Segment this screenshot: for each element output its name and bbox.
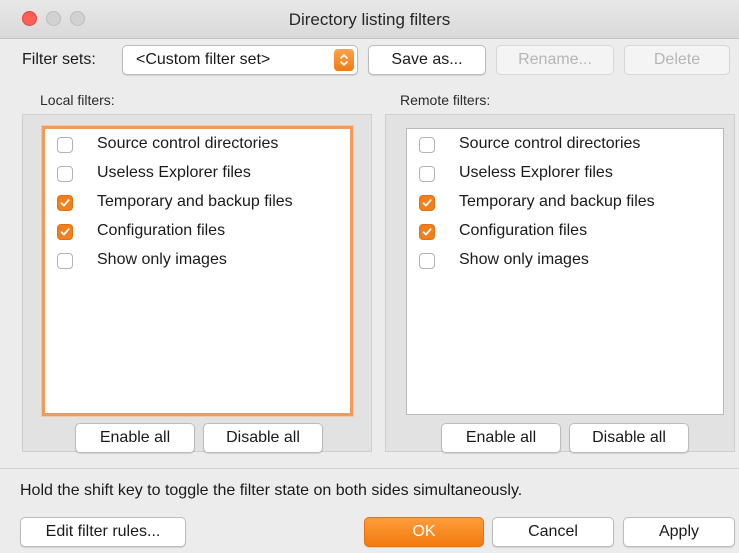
checkbox-checked[interactable] (419, 224, 435, 240)
local-filter-label: Source control directories (97, 135, 279, 152)
checkbox-unchecked[interactable] (419, 253, 435, 269)
remote-filter-label: Temporary and backup files (459, 193, 655, 210)
remote-filters-label: Remote filters: (400, 92, 491, 108)
local-disable-all-button[interactable]: Disable all (203, 423, 323, 453)
filter-set-selected-value: <Custom filter set> (136, 51, 271, 68)
checkmark-icon (60, 199, 70, 207)
filter-set-select[interactable]: <Custom filter set> (122, 45, 358, 75)
rename-button[interactable]: Rename... (496, 45, 614, 75)
ok-button[interactable]: OK (364, 517, 484, 547)
remote-filter-label: Source control directories (459, 135, 641, 152)
remote-disable-all-button[interactable]: Disable all (569, 423, 689, 453)
title-bar: Directory listing filters (0, 0, 739, 39)
local-filter-item[interactable]: Show only images (45, 249, 350, 273)
remote-filter-label: Useless Explorer files (459, 164, 613, 181)
local-filter-item[interactable]: Source control directories (45, 133, 350, 157)
checkbox-unchecked[interactable] (57, 137, 73, 153)
remote-enable-all-button[interactable]: Enable all (441, 423, 561, 453)
save-as-button[interactable]: Save as... (368, 45, 486, 75)
local-enable-all-button[interactable]: Enable all (75, 423, 195, 453)
local-filter-label: Useless Explorer files (97, 164, 251, 181)
shift-hint-text: Hold the shift key to toggle the filter … (20, 482, 523, 499)
filter-sets-label: Filter sets: (22, 51, 96, 68)
local-filters-label: Local filters: (40, 92, 115, 108)
apply-button[interactable]: Apply (623, 517, 735, 547)
delete-button[interactable]: Delete (624, 45, 730, 75)
local-filter-label: Configuration files (97, 222, 226, 239)
cancel-button[interactable]: Cancel (492, 517, 614, 547)
local-filter-item[interactable]: Configuration files (45, 220, 350, 244)
checkbox-unchecked[interactable] (57, 253, 73, 269)
remote-filter-item[interactable]: Useless Explorer files (407, 162, 723, 186)
remote-filter-item[interactable]: Source control directories (407, 133, 723, 157)
remote-filter-item[interactable]: Temporary and backup files (407, 191, 723, 215)
remote-filter-item[interactable]: Show only images (407, 249, 723, 273)
local-filter-item[interactable]: Temporary and backup files (45, 191, 350, 215)
checkbox-unchecked[interactable] (419, 166, 435, 182)
checkmark-icon (422, 199, 432, 207)
remote-filter-label: Show only images (459, 251, 589, 268)
window-title: Directory listing filters (288, 10, 451, 29)
checkbox-checked[interactable] (57, 224, 73, 240)
remote-filter-label: Configuration files (459, 222, 588, 239)
local-filter-label: Temporary and backup files (97, 193, 293, 210)
checkbox-unchecked[interactable] (57, 166, 73, 182)
checkmark-icon (422, 228, 432, 236)
checkmark-icon (60, 228, 70, 236)
edit-filter-rules-button[interactable]: Edit filter rules... (20, 517, 186, 547)
checkbox-unchecked[interactable] (419, 137, 435, 153)
remote-filters-list[interactable]: Source control directories Useless Explor… (406, 128, 724, 415)
chevron-updown-icon (334, 49, 354, 71)
local-filter-item[interactable]: Useless Explorer files (45, 162, 350, 186)
checkbox-checked[interactable] (57, 195, 73, 211)
checkbox-checked[interactable] (419, 195, 435, 211)
local-filters-list[interactable]: Source control directories Useless Explor… (42, 126, 353, 416)
divider (0, 468, 739, 469)
local-filter-label: Show only images (97, 251, 227, 268)
remote-filter-item[interactable]: Configuration files (407, 220, 723, 244)
